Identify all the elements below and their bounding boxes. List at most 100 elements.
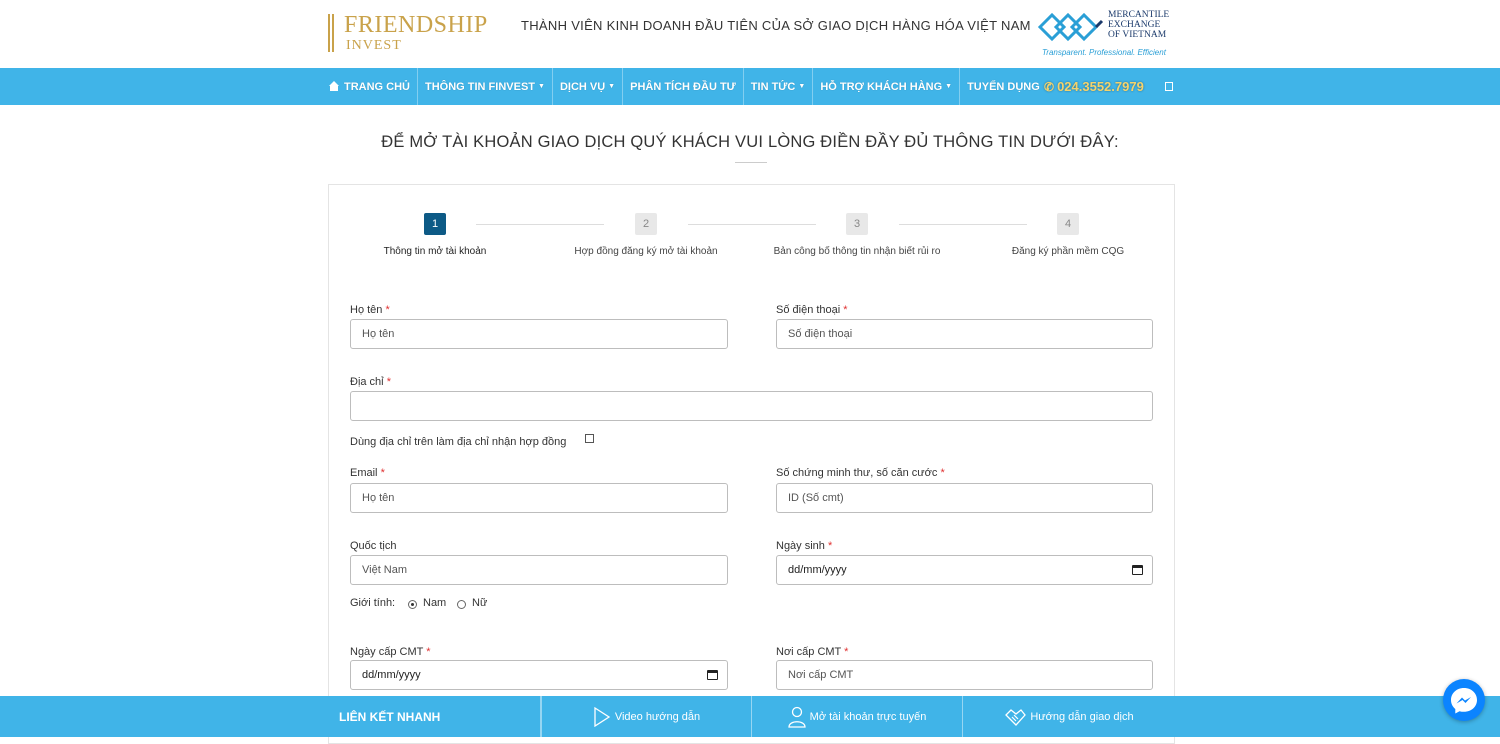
video-guide-label: Video hướng dẫn [614,710,701,723]
logo-text-line2: INVEST [346,38,402,53]
mxv-name-line3: OF VIETNAM [1108,30,1167,40]
trading-guide-link[interactable]: Hướng dẫn giao dịch [963,696,1175,737]
trading-guide-label: Hướng dẫn giao dịch [1030,710,1134,723]
id-number-label: Số chứng minh thư, số căn cước * [776,467,945,479]
logo-mark-icon [328,14,334,52]
phone-label-text: Số điện thoại [776,304,841,316]
id-issue-date-value: dd/mm/yyyy [362,669,421,681]
nav-recruitment-label: TUYỂN DỤNG [967,80,1040,93]
nav-customer-support[interactable]: HỖ TRỢ KHÁCH HÀNG ▼ [813,68,961,105]
gender-female-radio[interactable] [457,600,466,609]
id-issue-place-label-text: Nơi cấp CMT [776,646,842,658]
mxv-logo-icon [1038,12,1104,42]
friendship-invest-logo[interactable]: FRIENDSHIP INVEST [328,12,498,54]
id-number-input[interactable]: ID (Số cmt) [776,483,1153,513]
hotline-number: 024.3552.7979 [1057,79,1144,94]
quick-links-title: LIÊN KẾT NHANH [0,696,541,737]
page-title: ĐỂ MỞ TÀI KHOẢN GIAO DỊCH QUÝ KHÁCH VUI … [381,133,1119,151]
nav-recruitment[interactable]: TUYỂN DỤNG [960,68,1047,105]
birthday-label: Ngày sinh * [776,540,832,552]
nav-home[interactable]: TRANG CHỦ [328,68,418,105]
header-tagline: THÀNH VIÊN KINH DOANH ĐẦU TIÊN CỦA SỞ GI… [521,18,1031,33]
id-number-label-text: Số chứng minh thư, số căn cước [776,467,938,479]
handshake-icon [1005,708,1027,726]
search-toggle-icon[interactable] [1165,82,1173,91]
messenger-icon [1451,688,1477,714]
chevron-down-icon: ▼ [945,83,953,90]
phone-input[interactable]: Số điện thoại [776,319,1153,349]
email-label-text: Email [350,467,378,479]
chevron-down-icon: ▼ [798,83,806,90]
birthday-value: dd/mm/yyyy [788,564,847,576]
video-guide-link[interactable]: Video hướng dẫn [541,696,752,737]
address-label: Địa chỉ * [350,376,391,388]
quick-links-bar: LIÊN KẾT NHANH Video hướng dẫn Mở tài kh… [0,696,1500,737]
step-2-number[interactable]: 2 [635,213,657,235]
calendar-icon[interactable] [1132,565,1143,575]
gender-male-label[interactable]: Nam [423,597,446,609]
nav-news[interactable]: TIN TỨC ▼ [744,68,814,105]
step-connector [476,224,604,225]
user-icon [788,706,806,728]
email-label: Email * [350,467,385,479]
messenger-chat-button[interactable] [1443,679,1485,721]
nav-finvest-info[interactable]: THÔNG TIN FINVEST ▼ [418,68,553,105]
use-address-checkbox[interactable] [585,434,594,443]
nav-investment-analysis[interactable]: PHÂN TÍCH ĐẦU TƯ [623,68,744,105]
nav-customer-support-label: HỖ TRỢ KHÁCH HÀNG [820,80,943,93]
quick-links-title-text: LIÊN KẾT NHANH [339,709,441,724]
home-icon [328,81,340,92]
mxv-name: MERCANTILE EXCHANGE OF VIETNAM [1108,10,1169,40]
nav-news-label: TIN TỨC [750,80,796,93]
step-2-label: Hợp đồng đăng ký mở tài khoản [574,246,718,257]
calendar-icon[interactable] [707,670,718,680]
main-nav: TRANG CHỦ THÔNG TIN FINVEST ▼ DỊCH VỤ ▼ PH… [0,68,1500,105]
id-issue-place-input[interactable]: Nơi cấp CMT [776,660,1153,690]
nav-investment-analysis-label: PHÂN TÍCH ĐẦU TƯ [630,80,736,93]
mercantile-exchange-logo[interactable]: MERCANTILE EXCHANGE OF VIETNAM Transpare… [1038,10,1178,60]
title-divider [735,162,767,163]
logo-text-line1: FRIENDSHIP [344,12,488,38]
nav-finvest-info-label: THÔNG TIN FINVEST [425,80,535,93]
play-icon [594,706,611,727]
required-mark: * [386,376,391,388]
step-connector [688,224,816,225]
open-account-label: Mở tài khoản trực tuyến [809,710,927,723]
top-header: FRIENDSHIP INVEST THÀNH VIÊN KINH DOANH … [0,0,1500,68]
mxv-name-line2: EXCHANGE [1108,20,1161,30]
required-mark: * [844,646,849,658]
hotline[interactable]: ✆ 024.3552.7979 [1044,68,1144,105]
phone-label: Số điện thoại * [776,304,848,316]
email-input[interactable]: Họ tên [350,483,728,513]
id-issue-date-label: Ngày cấp CMT * [350,646,431,658]
phone-icon: ✆ [1044,79,1055,94]
id-issue-date-label-text: Ngày cấp CMT [350,646,424,658]
use-address-label: Dùng địa chỉ trên làm địa chỉ nhận hợp đ… [350,436,567,448]
fullname-label-text: Họ tên [350,304,383,316]
step-connector [899,224,1027,225]
gender-female-label[interactable]: Nữ [472,597,487,609]
id-issue-place-label: Nơi cấp CMT * [776,646,848,658]
gender-male-radio[interactable] [408,600,417,609]
step-1-label: Thông tin mở tài khoản [383,246,487,257]
required-mark: * [385,304,390,316]
nav-home-label: TRANG CHỦ [344,80,410,93]
id-issue-date-input[interactable]: dd/mm/yyyy [350,660,728,690]
birthday-date-input[interactable]: dd/mm/yyyy [776,555,1153,585]
step-4-label: Đăng ký phần mềm CQG [1011,246,1125,257]
gender-label: Giới tính: [350,597,396,609]
fullname-input[interactable]: Họ tên [350,319,728,349]
chevron-down-icon: ▼ [608,83,616,90]
open-account-link[interactable]: Mở tài khoản trực tuyến [752,696,963,737]
step-1-number[interactable]: 1 [424,213,446,235]
step-4-number[interactable]: 4 [1057,213,1079,235]
nav-services-label: DỊCH VỤ [559,80,606,93]
fullname-label: Họ tên * [350,304,390,316]
nationality-label: Quốc tịch [350,540,397,552]
nav-services[interactable]: DỊCH VỤ ▼ [553,68,624,105]
nationality-input[interactable]: Việt Nam [350,555,728,585]
required-mark: * [843,304,848,316]
step-3-number[interactable]: 3 [846,213,868,235]
required-mark: * [380,467,385,479]
address-input[interactable] [350,391,1153,421]
